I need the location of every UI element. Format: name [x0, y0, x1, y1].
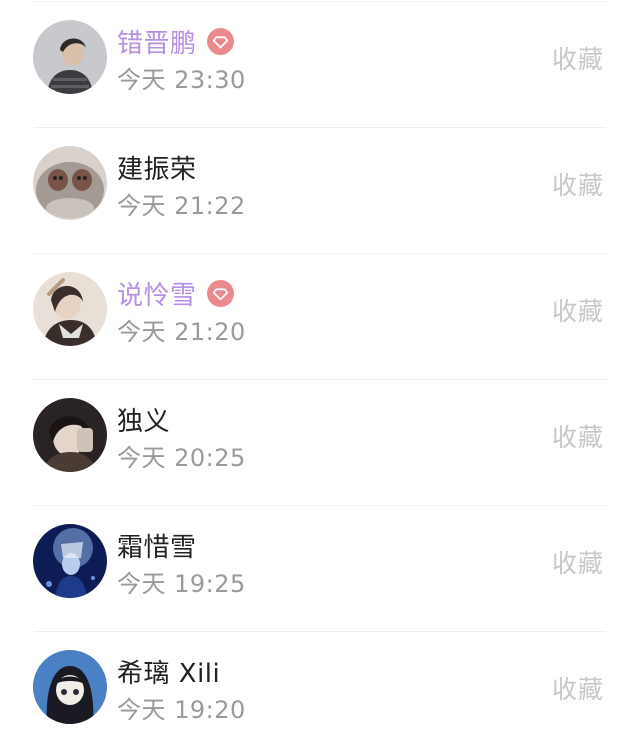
contact-name: 独义 [117, 406, 171, 437]
avatar[interactable] [33, 20, 107, 94]
message-time: 今天 21:22 [117, 192, 246, 220]
contact-name: 错晋鹏 [117, 28, 197, 59]
message-time: 今天 19:25 [117, 570, 246, 598]
favorite-button[interactable]: 收藏 [552, 292, 604, 328]
favorite-button[interactable]: 收藏 [552, 166, 604, 202]
favorite-button[interactable]: 收藏 [552, 418, 604, 454]
avatar[interactable] [33, 398, 107, 472]
contact-name: 说怜雪 [117, 280, 197, 311]
vip-diamond-icon [206, 279, 234, 307]
contact-name: 霜惜雪 [117, 532, 197, 563]
list-item[interactable]: 错晋鹏 今天 23:30 收藏 [0, 0, 640, 126]
message-time: 今天 21:20 [117, 318, 246, 346]
contact-name: 希璃 Xili [117, 658, 221, 689]
avatar[interactable] [33, 650, 107, 724]
message-time: 今天 23:30 [117, 66, 246, 94]
message-time: 今天 20:25 [117, 444, 246, 472]
avatar[interactable] [33, 524, 107, 598]
favorite-button[interactable]: 收藏 [552, 40, 604, 76]
avatar[interactable] [33, 146, 107, 220]
avatar[interactable] [33, 272, 107, 346]
list-item[interactable]: 说怜雪 今天 21:20 收藏 [0, 252, 640, 378]
list-item[interactable]: 独义 今天 20:25 收藏 [0, 378, 640, 504]
contact-name: 建振荣 [117, 154, 197, 185]
message-time: 今天 19:20 [117, 696, 246, 724]
favorite-button[interactable]: 收藏 [552, 670, 604, 706]
list-item[interactable]: 霜惜雪 今天 19:25 收藏 [0, 504, 640, 630]
list-item[interactable]: 希璃 Xili 今天 19:20 收藏 [0, 630, 640, 756]
list-item[interactable]: 建振荣 今天 21:22 收藏 [0, 126, 640, 252]
vip-diamond-icon [206, 27, 234, 55]
message-list: 错晋鹏 今天 23:30 收藏 建振荣 今天 21:22 收藏 说怜雪 今天 2… [0, 0, 640, 756]
favorite-button[interactable]: 收藏 [552, 544, 604, 580]
